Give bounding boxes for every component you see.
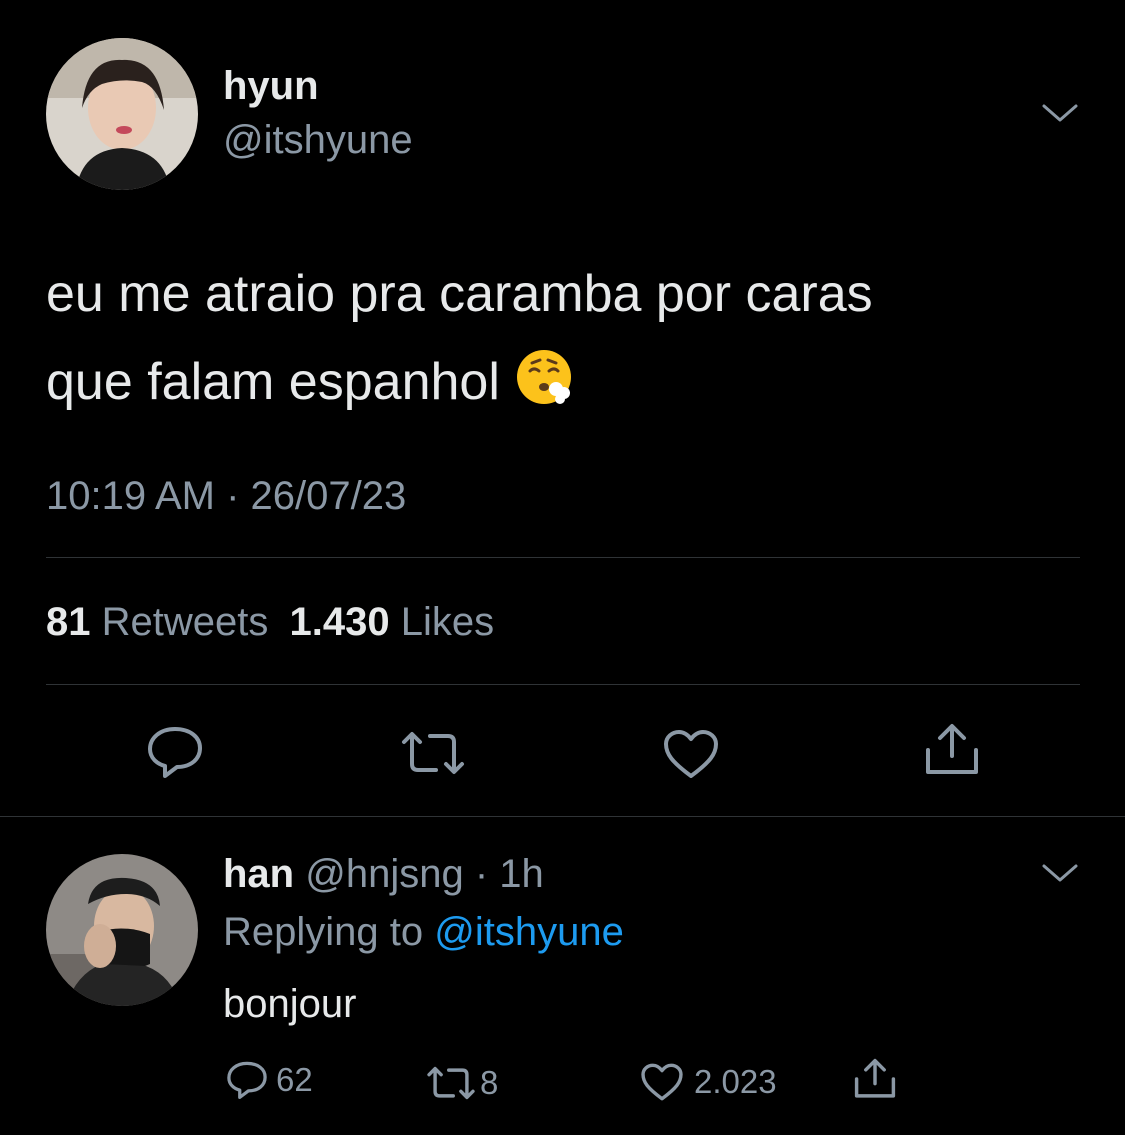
reply-author-handle-time[interactable]: @hnjsng · 1h [305,852,544,896]
reply-text: bonjour [223,982,357,1026]
tweet-text: eu me atraio pra caramba por caras que f… [46,250,1096,434]
share-icon[interactable] [922,722,982,778]
tweet-text-line-1: eu me atraio pra caramba por caras [46,265,873,323]
like-icon [640,1062,684,1102]
retweet-icon [426,1065,476,1101]
reply-icon[interactable] [146,725,204,779]
reply-retweet-action[interactable]: 8 [426,1064,498,1102]
reply-chevron-down-icon[interactable] [1040,860,1080,886]
replying-to-prefix: Replying to [223,910,424,954]
retweets-count[interactable]: 81 [46,600,91,644]
reply-like-count: 2.023 [694,1063,777,1100]
author-avatar[interactable] [46,38,198,190]
likes-label[interactable]: Likes [401,600,494,644]
replying-to-handle[interactable]: @itshyune [434,910,624,954]
like-icon[interactable] [662,728,720,780]
reply-reply-action[interactable]: 62 [226,1060,313,1100]
tweet-text-line-2: que falam espanhol [46,338,1096,434]
divider-bottom [46,684,1080,685]
reply-share-icon[interactable] [852,1056,898,1102]
tweet-text-line-2-text: que falam espanhol [46,353,500,411]
likes-count[interactable]: 1.430 [290,600,390,644]
reply-retweet-count: 8 [480,1064,499,1101]
retweets-label[interactable]: Retweets [102,600,269,644]
reply-reply-count: 62 [276,1061,313,1098]
chevron-down-icon[interactable] [1040,100,1080,126]
reply-author-avatar[interactable] [46,854,198,1006]
tweet-stats: 81 Retweets 1.430 Likes [46,600,494,645]
reply-header: han @hnjsng · 1h [223,852,544,897]
replying-to: Replying to @itshyune [223,910,624,955]
reply-icon [226,1060,268,1100]
exhaling-face-emoji [514,346,574,434]
tweet-timestamp[interactable]: 10:19 AM · 26/07/23 [46,474,406,519]
divider-top [46,557,1080,558]
author-handle[interactable]: @itshyune [223,118,413,163]
reply-like-action[interactable]: 2.023 [640,1062,777,1102]
retweet-icon[interactable] [400,730,466,776]
reply-author-display-name[interactable]: han [223,852,294,896]
divider-reply [0,816,1125,817]
author-display-name[interactable]: hyun [223,64,319,109]
